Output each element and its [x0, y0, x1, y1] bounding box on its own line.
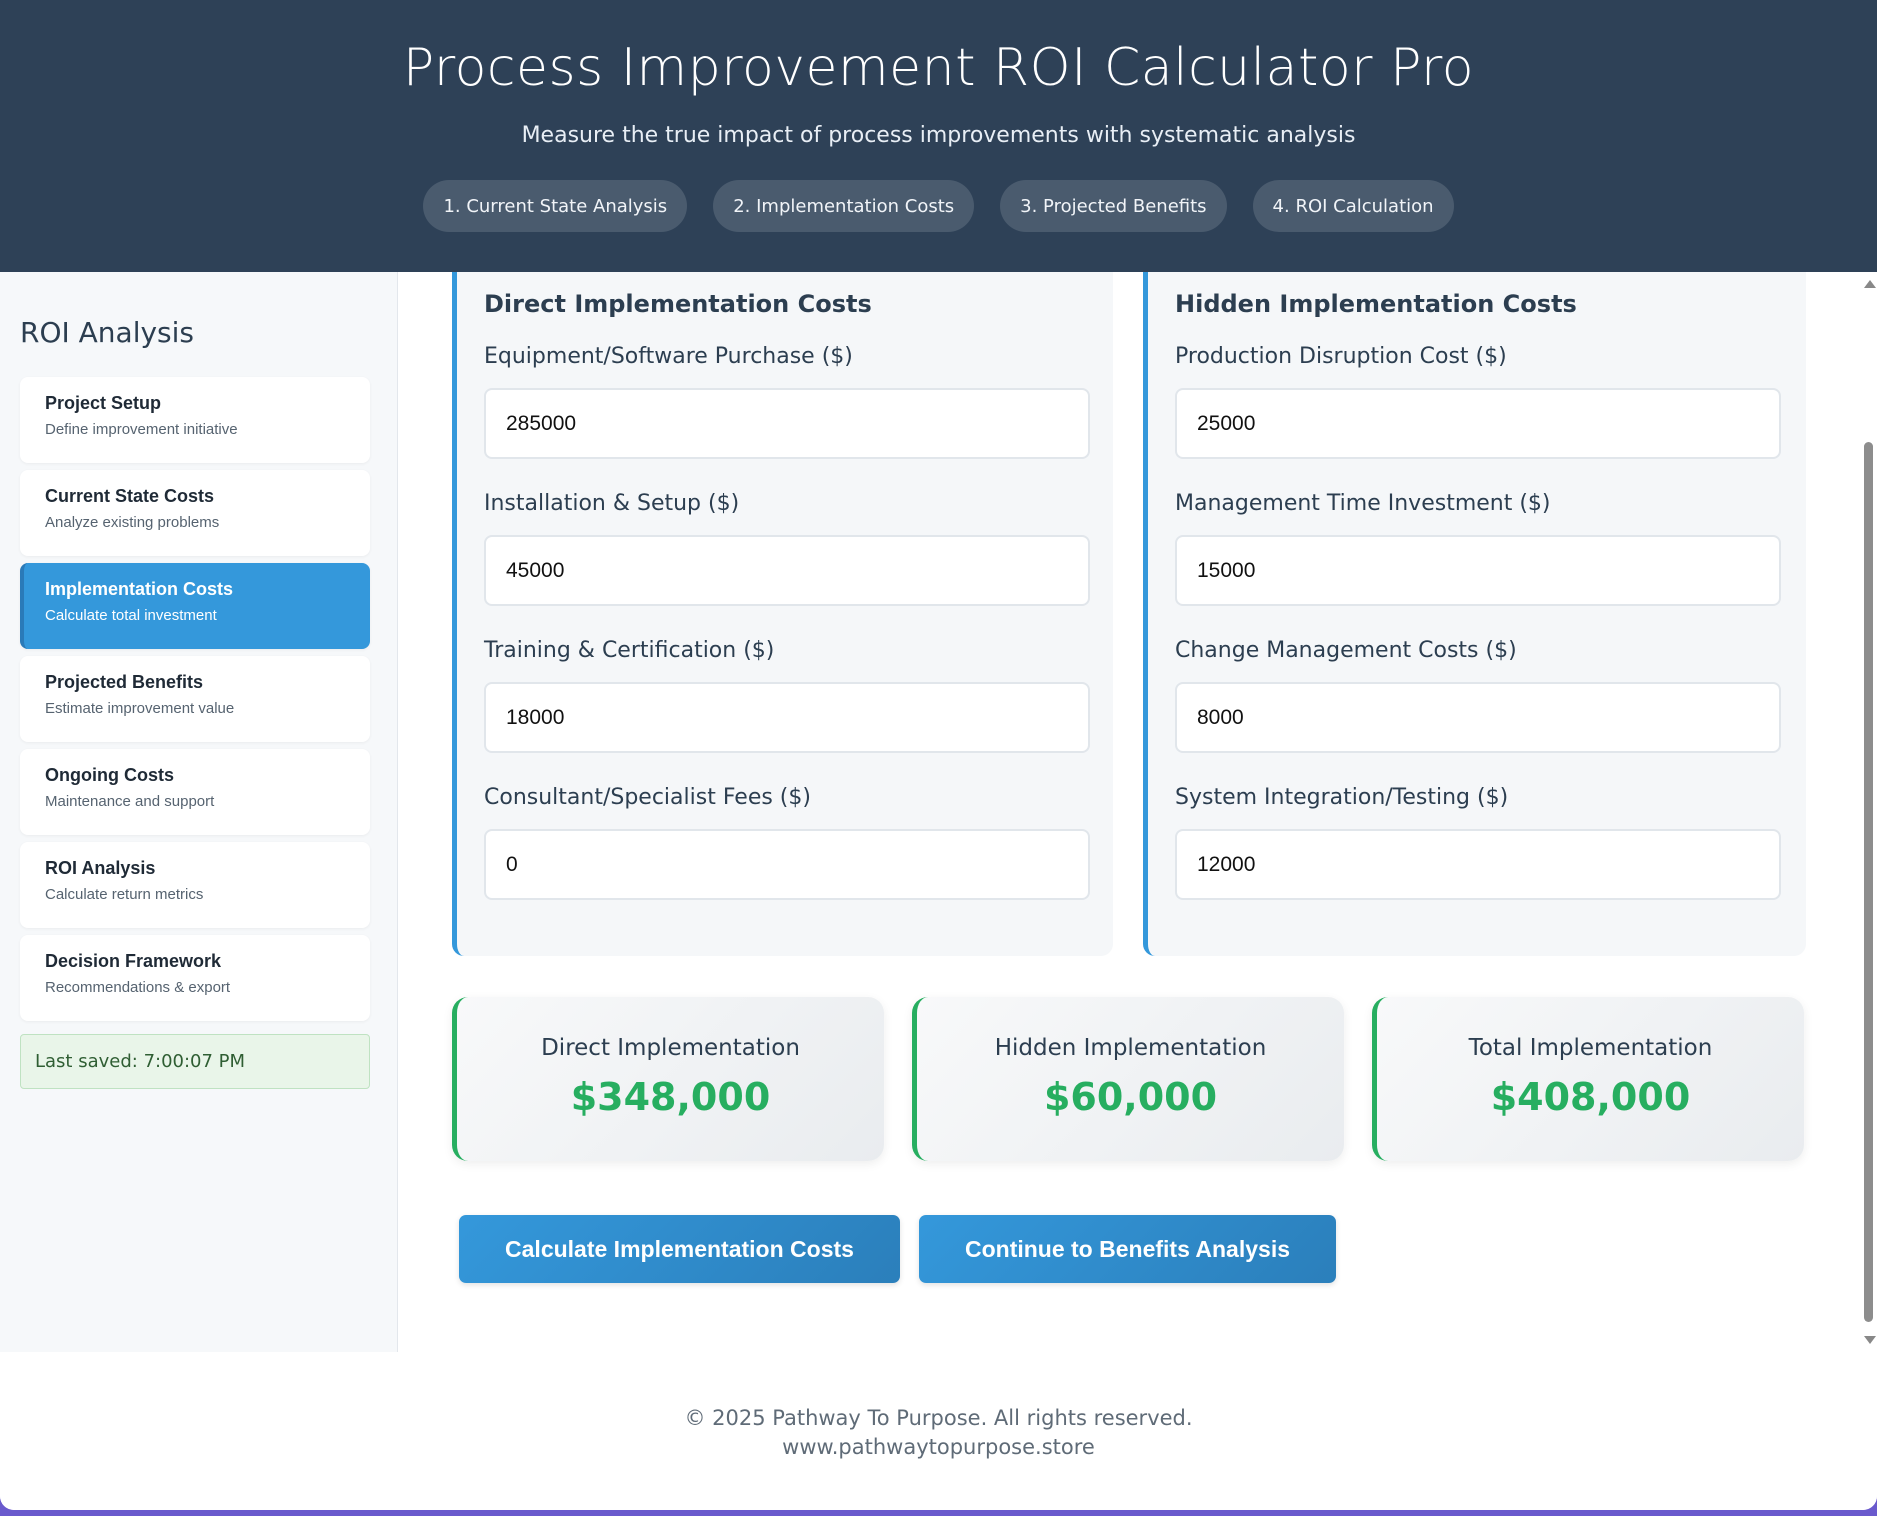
consultant-fees-field-group: Consultant/Specialist Fees ($)	[484, 785, 1090, 900]
management-time-field-group: Management Time Investment ($)	[1175, 491, 1781, 606]
direct-costs-panel: Direct Implementation Costs Equipment/So…	[452, 272, 1113, 956]
summary-label: Total Implementation	[1468, 1035, 1713, 1061]
installation-setup-input[interactable]	[484, 535, 1090, 606]
hidden-costs-panel: Hidden Implementation Costs Production D…	[1143, 272, 1806, 956]
system-integration-label: System Integration/Testing ($)	[1175, 785, 1509, 810]
total-implementation-card: Total Implementation $408,000	[1372, 997, 1804, 1161]
sidebar: ROI Analysis Project Setup Define improv…	[0, 272, 398, 1352]
sidebar-item-implementation-costs[interactable]: Implementation Costs Calculate total inv…	[20, 563, 370, 649]
sidebar-item-desc: Define improvement initiative	[45, 421, 238, 438]
page-title: Process Improvement ROI Calculator Pro	[402, 38, 1475, 98]
production-disruption-field-group: Production Disruption Cost ($)	[1175, 344, 1781, 459]
hidden-costs-title: Hidden Implementation Costs	[1175, 290, 1577, 318]
summary-value: $408,000	[1490, 1075, 1691, 1119]
sidebar-item-ongoing-costs[interactable]: Ongoing Costs Maintenance and support	[20, 749, 370, 835]
sidebar-item-desc: Estimate improvement value	[45, 700, 235, 717]
sidebar-item-title: Projected Benefits	[45, 672, 204, 692]
installation-setup-label: Installation & Setup ($)	[484, 491, 740, 516]
summary-label: Hidden Implementation	[994, 1035, 1267, 1061]
sidebar-item-title: Current State Costs	[45, 486, 215, 506]
sidebar-item-desc: Analyze existing problems	[45, 514, 220, 531]
sidebar-item-decision-framework[interactable]: Decision Framework Recommendations & exp…	[20, 935, 370, 1021]
equipment-software-field-group: Equipment/Software Purchase ($)	[484, 344, 1090, 459]
training-certification-label: Training & Certification ($)	[484, 638, 775, 663]
equipment-software-input[interactable]	[484, 388, 1090, 459]
direct-implementation-card: Direct Implementation $348,000	[452, 997, 884, 1161]
sidebar-item-desc: Maintenance and support	[45, 793, 215, 810]
step-progress: 1. Current State Analysis 2. Implementat…	[0, 180, 1877, 232]
installation-setup-field-group: Installation & Setup ($)	[484, 491, 1090, 606]
sidebar-item-current-state-costs[interactable]: Current State Costs Analyze existing pro…	[20, 470, 370, 556]
header: Process Improvement ROI Calculator Pro M…	[0, 0, 1877, 272]
sidebar-item-desc: Calculate return metrics	[45, 886, 204, 903]
step-implementation-costs[interactable]: 2. Implementation Costs	[713, 180, 975, 232]
production-disruption-label: Production Disruption Cost ($)	[1175, 344, 1507, 369]
sidebar-item-projected-benefits[interactable]: Projected Benefits Estimate improvement …	[20, 656, 370, 742]
page-subtitle: Measure the true impact of process impro…	[521, 123, 1356, 148]
sidebar-item-project-setup[interactable]: Project Setup Define improvement initiat…	[20, 377, 370, 463]
training-certification-input[interactable]	[484, 682, 1090, 753]
footer-website: www.pathwaytopurpose.store	[782, 1435, 1095, 1459]
scroll-up-arrow-icon[interactable]	[1864, 280, 1876, 288]
last-saved-status: Last saved: 7:00:07 PM	[20, 1034, 370, 1089]
sidebar-item-title: Ongoing Costs	[45, 765, 174, 785]
consultant-fees-input[interactable]	[484, 829, 1090, 900]
sidebar-title: ROI Analysis	[20, 316, 195, 349]
consultant-fees-label: Consultant/Specialist Fees ($)	[484, 785, 811, 810]
scrollbar[interactable]	[1860, 272, 1877, 1352]
production-disruption-input[interactable]	[1175, 388, 1781, 459]
continue-to-benefits-button[interactable]: Continue to Benefits Analysis	[919, 1215, 1336, 1283]
main-content: Direct Implementation Costs Equipment/So…	[398, 272, 1860, 1352]
sidebar-nav: Project Setup Define improvement initiat…	[20, 377, 370, 1028]
scrollbar-thumb[interactable]	[1864, 442, 1873, 1322]
change-management-input[interactable]	[1175, 682, 1781, 753]
summary-label: Direct Implementation	[541, 1035, 800, 1061]
change-management-field-group: Change Management Costs ($)	[1175, 638, 1781, 753]
summary-value: $348,000	[570, 1075, 771, 1119]
footer: © 2025 Pathway To Purpose. All rights re…	[0, 1352, 1877, 1510]
sidebar-item-title: Project Setup	[45, 393, 162, 413]
training-certification-field-group: Training & Certification ($)	[484, 638, 1090, 753]
calculate-implementation-costs-button[interactable]: Calculate Implementation Costs	[459, 1215, 900, 1283]
change-management-label: Change Management Costs ($)	[1175, 638, 1517, 663]
system-integration-input[interactable]	[1175, 829, 1781, 900]
sidebar-item-title: Decision Framework	[45, 951, 222, 971]
hidden-implementation-card: Hidden Implementation $60,000	[912, 997, 1344, 1161]
app-window: Process Improvement ROI Calculator Pro M…	[0, 0, 1877, 1510]
sidebar-item-roi-analysis[interactable]: ROI Analysis Calculate return metrics	[20, 842, 370, 928]
sidebar-item-desc: Calculate total investment	[45, 607, 217, 624]
equipment-software-label: Equipment/Software Purchase ($)	[484, 344, 853, 369]
sidebar-item-desc: Recommendations & export	[45, 979, 231, 996]
step-roi-calculation[interactable]: 4. ROI Calculation	[1252, 180, 1454, 232]
management-time-input[interactable]	[1175, 535, 1781, 606]
system-integration-field-group: System Integration/Testing ($)	[1175, 785, 1781, 900]
sidebar-item-title: Implementation Costs	[45, 579, 234, 599]
scroll-down-arrow-icon[interactable]	[1864, 1336, 1876, 1344]
footer-copyright: © 2025 Pathway To Purpose. All rights re…	[684, 1406, 1193, 1430]
step-projected-benefits[interactable]: 3. Projected Benefits	[1000, 180, 1227, 232]
sidebar-item-title: ROI Analysis	[45, 858, 156, 878]
direct-costs-title: Direct Implementation Costs	[484, 290, 872, 318]
summary-value: $60,000	[1043, 1075, 1218, 1119]
management-time-label: Management Time Investment ($)	[1175, 491, 1551, 516]
step-current-state[interactable]: 1. Current State Analysis	[423, 180, 688, 232]
